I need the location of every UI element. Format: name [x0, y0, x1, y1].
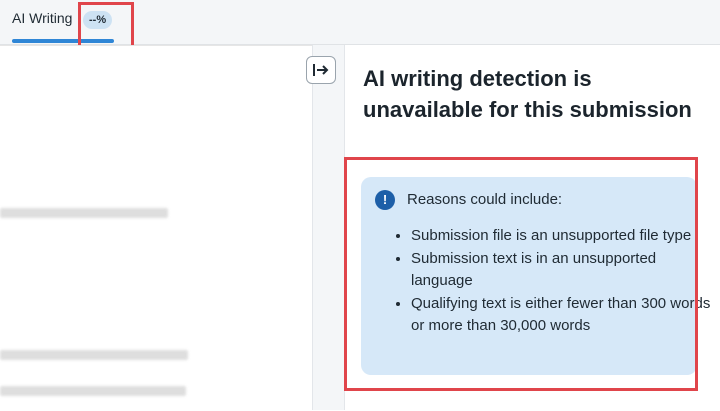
reasons-info-box: ! Reasons could include: Submission file…: [361, 177, 710, 375]
reasons-heading: Reasons could include:: [407, 191, 563, 208]
panel-divider: [312, 45, 345, 410]
score-badge: --%: [83, 11, 113, 29]
redacted-text-line: [0, 208, 168, 218]
redacted-text-line: [0, 386, 186, 396]
reasons-list: Submission file is an unsupported file t…: [395, 225, 711, 338]
reason-item: Submission file is an unsupported file t…: [411, 225, 711, 248]
document-pane: [0, 45, 312, 411]
active-tab-indicator: [12, 39, 114, 43]
ai-writing-panel: AI writing detection is unavailable for …: [344, 45, 720, 410]
tab-ai-writing[interactable]: AI Writing --%: [0, 0, 118, 44]
reason-item: Qualifying text is either fewer than 300…: [411, 293, 711, 338]
reason-item: Submission text is in an unsupported lan…: [411, 248, 711, 293]
collapse-arrow-icon: [313, 64, 329, 76]
top-tab-bar: AI Writing --%: [0, 0, 720, 45]
collapse-panel-button[interactable]: [306, 56, 336, 84]
panel-title: AI writing detection is unavailable for …: [363, 66, 692, 122]
tab-label: AI Writing: [12, 10, 73, 26]
exclamation-circle-icon: !: [375, 190, 395, 210]
redacted-text-line: [0, 350, 188, 360]
